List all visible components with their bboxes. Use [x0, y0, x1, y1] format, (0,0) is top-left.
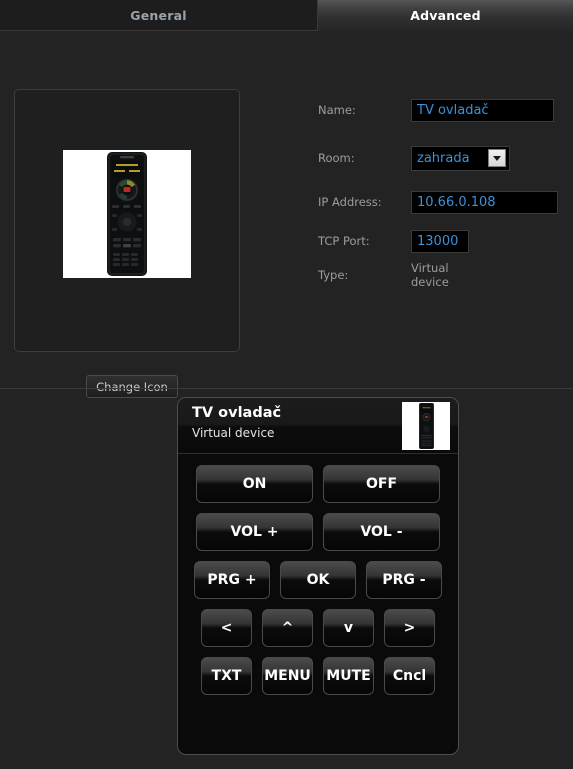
change-icon-button[interactable]: Change Icon — [86, 375, 178, 398]
remote-row-navigation: < ^ v > — [178, 609, 458, 647]
remote-button-txt[interactable]: TXT — [201, 657, 252, 695]
type-value: Virtual device — [411, 261, 449, 289]
tab-general[interactable]: General — [0, 0, 318, 31]
section-divider — [0, 388, 573, 389]
remote-button-right[interactable]: > — [384, 609, 435, 647]
room-label: Room: — [318, 151, 355, 165]
remote-button-on[interactable]: ON — [196, 465, 313, 503]
remote-button-ok[interactable]: OK — [280, 561, 356, 599]
icon-preview-box — [14, 89, 240, 352]
remote-row-functions: TXT MENU MUTE Cncl — [178, 657, 458, 695]
ip-address-input[interactable] — [411, 190, 558, 214]
remote-button-cancel[interactable]: Cncl — [384, 657, 435, 695]
remote-row-power: ON OFF — [178, 465, 458, 503]
remote-button-prg-up[interactable]: PRG + — [194, 561, 270, 599]
remote-control-icon-small — [418, 403, 434, 449]
remote-button-down[interactable]: v — [323, 609, 374, 647]
device-icon-image — [63, 150, 191, 278]
room-select-value: zahrada — [417, 150, 470, 166]
remote-panel-header: TV ovladač Virtual device — [178, 398, 458, 454]
chevron-down-icon[interactable] — [488, 149, 506, 167]
remote-control-icon — [107, 152, 147, 276]
remote-panel-subtitle: Virtual device — [192, 426, 275, 440]
name-label: Name: — [318, 103, 356, 117]
room-select[interactable]: zahrada — [411, 145, 510, 171]
remote-button-menu[interactable]: MENU — [262, 657, 313, 695]
remote-button-prg-down[interactable]: PRG - — [366, 561, 442, 599]
remote-button-up[interactable]: ^ — [262, 609, 313, 647]
remote-button-mute[interactable]: MUTE — [323, 657, 374, 695]
virtual-remote-panel: TV ovladač Virtual device ON OFF VOL + V… — [177, 397, 459, 755]
remote-button-off[interactable]: OFF — [323, 465, 440, 503]
tab-advanced[interactable]: Advanced — [318, 0, 573, 31]
name-input[interactable] — [411, 98, 554, 122]
ip-address-label: IP Address: — [318, 195, 382, 209]
remote-panel-thumbnail — [402, 402, 450, 450]
remote-panel-title: TV ovladač — [192, 405, 282, 421]
remote-row-program: PRG + OK PRG - — [178, 561, 458, 599]
remote-button-vol-down[interactable]: VOL - — [323, 513, 440, 551]
tcp-port-input[interactable] — [411, 229, 469, 253]
tab-advanced-label: Advanced — [410, 8, 481, 23]
remote-button-vol-up[interactable]: VOL + — [196, 513, 313, 551]
tab-bar: General Advanced — [0, 0, 573, 31]
remote-button-left[interactable]: < — [201, 609, 252, 647]
tab-general-label: General — [130, 7, 187, 23]
device-settings-area: Change Icon Name: Room: zahrada IP Addre… — [0, 31, 573, 398]
type-label: Type: — [318, 268, 349, 282]
tcp-port-label: TCP Port: — [318, 234, 370, 248]
remote-row-volume: VOL + VOL - — [178, 513, 458, 551]
remote-button-grid: ON OFF VOL + VOL - PRG + OK PRG - < ^ v … — [178, 454, 458, 695]
